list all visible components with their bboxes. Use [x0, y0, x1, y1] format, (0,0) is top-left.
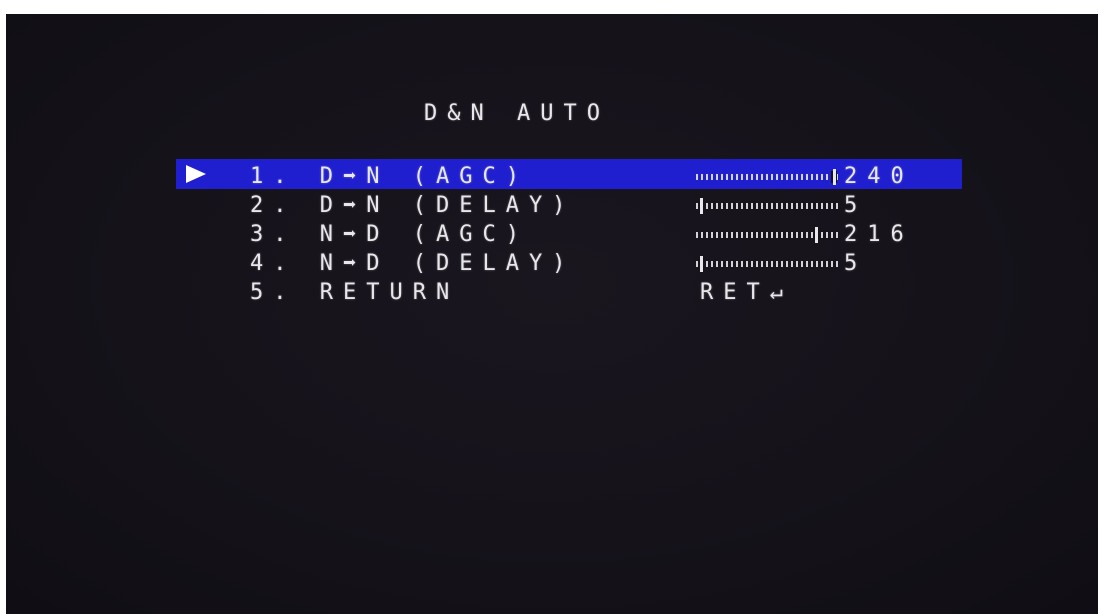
menu-title: D&N AUTO	[424, 101, 610, 126]
bar-ticks	[696, 174, 840, 180]
level-bar-dn-agc[interactable]	[696, 169, 840, 185]
level-marker	[815, 227, 818, 243]
menu-item-label[interactable]: 3. N➡D (AGC)	[250, 223, 529, 247]
level-marker	[833, 169, 836, 185]
menu-item-value: 5	[844, 251, 868, 276]
level-bar-nd-delay[interactable]	[696, 256, 840, 272]
level-bar-dn-delay[interactable]	[696, 198, 840, 214]
level-marker	[700, 198, 703, 214]
cursor-arrow-icon	[186, 165, 206, 183]
level-bar-nd-agc[interactable]	[696, 227, 840, 243]
menu-item-value: 240	[844, 164, 914, 189]
menu-item-value: 216	[844, 222, 914, 247]
menu-item-label[interactable]: 4. N➡D (DELAY)	[250, 252, 575, 276]
menu-item-label[interactable]: 2. D➡N (DELAY)	[250, 194, 575, 218]
return-value[interactable]: RET↵	[700, 281, 793, 305]
osd-screen: D&N AUTO 1. D➡N (AGC) 240 2. D➡N (DELAY)…	[6, 14, 1098, 614]
bar-ticks	[696, 261, 840, 267]
bar-ticks	[696, 203, 840, 209]
menu-item-dn-agc[interactable]	[6, 14, 1098, 189]
menu-item-label[interactable]: 1. D➡N (AGC)	[250, 165, 529, 189]
level-marker	[700, 256, 703, 272]
menu-item-return[interactable]: 5. RETURN	[250, 281, 459, 305]
menu-item-value: 5	[844, 193, 868, 218]
